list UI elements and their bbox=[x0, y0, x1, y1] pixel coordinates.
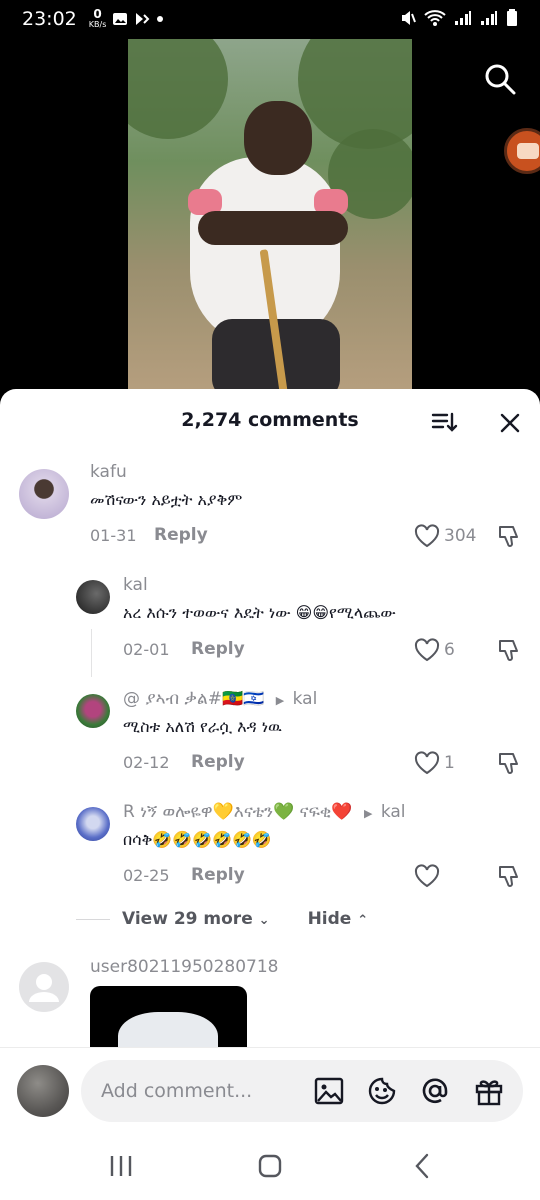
video-player[interactable] bbox=[128, 39, 412, 389]
view-more-row: View 29 more ⌄ Hide ⌃ bbox=[76, 909, 368, 929]
reply-arrow-icon: ▶ bbox=[363, 807, 373, 820]
back-icon[interactable] bbox=[408, 1151, 438, 1181]
dislike-icon[interactable] bbox=[496, 638, 522, 664]
battery-icon bbox=[507, 9, 517, 26]
heart-icon bbox=[414, 864, 440, 888]
recent-apps-icon[interactable] bbox=[106, 1151, 136, 1181]
comment-text: በሳቅ🤣🤣🤣🤣🤣🤣 bbox=[123, 830, 272, 849]
network-speed-value: 0 bbox=[93, 7, 102, 21]
my-avatar[interactable] bbox=[17, 1065, 69, 1117]
comment-date: 02-12 bbox=[123, 753, 170, 772]
network-speed: 0 KB/s bbox=[88, 7, 107, 29]
like-button[interactable]: 304 bbox=[414, 524, 476, 548]
live-badge[interactable] bbox=[504, 128, 540, 174]
dot-icon bbox=[157, 16, 164, 22]
avatar[interactable] bbox=[76, 694, 110, 728]
reply-to-username[interactable]: kal bbox=[293, 689, 318, 709]
dislike-icon[interactable] bbox=[496, 524, 522, 550]
reply-button[interactable]: Reply bbox=[191, 865, 245, 885]
image-icon[interactable] bbox=[313, 1075, 345, 1107]
view-more-button[interactable]: View 29 more ⌄ bbox=[122, 909, 270, 929]
signal-icon-2 bbox=[481, 11, 497, 25]
mute-icon bbox=[402, 11, 416, 25]
like-count: 1 bbox=[444, 753, 455, 773]
comment-date: 02-01 bbox=[123, 640, 170, 659]
like-count: 304 bbox=[444, 526, 477, 546]
system-nav-bar bbox=[0, 1133, 540, 1200]
username-text: @ ያኣብ ቃል#🇪🇹🇮🇱 bbox=[123, 689, 265, 709]
chevron-down-icon: ⌄ bbox=[258, 913, 270, 928]
reply-button[interactable]: Reply bbox=[191, 639, 245, 659]
thread-line bbox=[91, 629, 92, 677]
heart-icon bbox=[414, 638, 440, 662]
hide-button[interactable]: Hide ⌃ bbox=[308, 909, 369, 929]
media-notification-icon bbox=[136, 13, 150, 25]
heart-icon bbox=[414, 751, 440, 775]
dislike-icon[interactable] bbox=[496, 751, 522, 777]
emoji-icon[interactable] bbox=[366, 1075, 398, 1107]
sort-icon[interactable] bbox=[430, 409, 458, 437]
avatar[interactable] bbox=[76, 580, 110, 614]
comments-header: 2,274 comments bbox=[0, 389, 540, 453]
comment-username[interactable]: R ነኝ ወሎዬዋ💛እናቴን💚 ናፍቂ❤️ ▶ kal bbox=[123, 802, 406, 822]
comment-date: 02-25 bbox=[123, 866, 170, 885]
comment-username[interactable]: @ ያኣብ ቃል#🇪🇹🇮🇱 ▶ kal bbox=[123, 689, 317, 709]
reply-to-username[interactable]: kal bbox=[381, 802, 406, 822]
avatar[interactable] bbox=[19, 962, 69, 1012]
avatar[interactable] bbox=[76, 807, 110, 841]
reply-button[interactable]: Reply bbox=[191, 752, 245, 772]
comment-input-box[interactable] bbox=[81, 1060, 523, 1122]
comment-input[interactable] bbox=[101, 1076, 301, 1106]
like-button[interactable]: 6 bbox=[414, 638, 455, 662]
comments-count-title: 2,274 comments bbox=[181, 409, 359, 431]
signal-icon bbox=[455, 11, 471, 25]
search-icon[interactable] bbox=[483, 62, 517, 96]
avatar[interactable] bbox=[19, 469, 69, 519]
status-bar: 23:02 0 KB/s bbox=[0, 0, 540, 38]
at-icon[interactable] bbox=[419, 1075, 451, 1107]
username-text: R ነኝ ወሎዬዋ💛እናቴን💚 ናፍቂ❤️ bbox=[123, 802, 353, 822]
status-time: 23:02 bbox=[22, 8, 77, 30]
comment-input-bar bbox=[0, 1047, 540, 1133]
like-button[interactable] bbox=[414, 864, 440, 888]
comment-username[interactable]: user80211950280718 bbox=[90, 957, 279, 977]
comment-username[interactable]: kafu bbox=[90, 462, 127, 482]
close-icon[interactable] bbox=[496, 409, 524, 437]
comment-username[interactable]: kal bbox=[123, 575, 148, 595]
comment-text: መሽናውን አይቷት አያቅም bbox=[90, 490, 243, 509]
reply-button[interactable]: Reply bbox=[154, 525, 208, 545]
gift-icon[interactable] bbox=[473, 1075, 505, 1107]
dislike-icon[interactable] bbox=[496, 864, 522, 890]
like-count: 6 bbox=[444, 640, 455, 660]
like-button[interactable]: 1 bbox=[414, 751, 455, 775]
comment-image[interactable] bbox=[90, 986, 247, 1050]
heart-icon bbox=[414, 524, 440, 548]
wifi-icon bbox=[424, 10, 446, 26]
home-icon[interactable] bbox=[255, 1151, 285, 1181]
network-speed-unit: KB/s bbox=[88, 20, 107, 29]
comment-text: ሚስቱ አለሽ የራሷ እዳ ነዉ bbox=[123, 717, 282, 736]
reply-arrow-icon: ▶ bbox=[275, 694, 285, 707]
comment-date: 01-31 bbox=[90, 526, 137, 545]
comment-text: አረ እሱን ተወውና እዴት ነው 😁😁የሚላጨው bbox=[123, 603, 396, 622]
chevron-up-icon: ⌃ bbox=[357, 913, 369, 928]
gallery-notification-icon bbox=[113, 13, 128, 25]
